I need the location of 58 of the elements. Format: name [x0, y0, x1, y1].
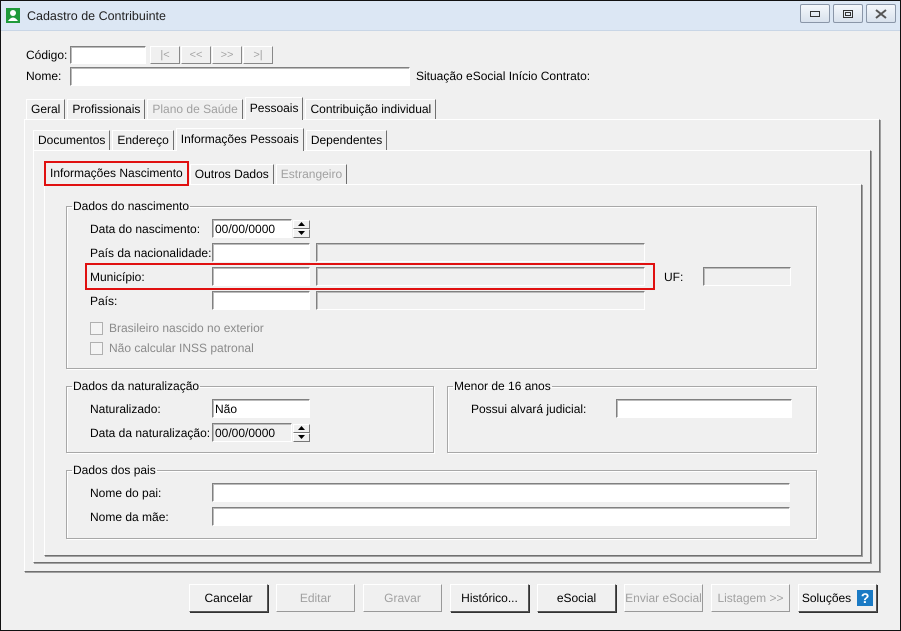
code-label: Código:: [26, 48, 68, 62]
user-icon: [6, 8, 20, 23]
text-field[interactable]: [616, 399, 792, 418]
spin-up-button[interactable]: [293, 424, 310, 432]
field-label: Data do nascimento:: [90, 222, 202, 236]
down-arrow-icon: [298, 435, 305, 439]
field-label: Nome da mãe:: [90, 510, 170, 524]
close-button[interactable]: [866, 4, 896, 23]
name-label: Nome:: [26, 69, 62, 83]
code-field[interactable]: [212, 267, 310, 286]
group-title: Menor de 16 anos: [453, 379, 552, 393]
tab[interactable]: Contribuição individual: [305, 99, 436, 119]
code-field[interactable]: [70, 46, 146, 64]
down-arrow-icon: [298, 231, 305, 235]
action-button[interactable]: eSocial: [537, 584, 616, 612]
field-label: Data da naturalização:: [90, 426, 212, 440]
tab[interactable]: Dependentes: [306, 130, 388, 150]
code-field[interactable]: [212, 291, 310, 310]
field-label: País:: [90, 294, 118, 308]
field-label: País da nacionalidade:: [90, 246, 212, 260]
checkbox-label: Não calcular INSS patronal: [109, 341, 254, 355]
tab[interactable]: Profissionais: [67, 99, 146, 119]
tab[interactable]: Geral: [26, 99, 66, 119]
maximize-icon: [843, 10, 853, 18]
field-label: Possui alvará judicial:: [471, 402, 588, 416]
maximize-button[interactable]: [833, 4, 863, 23]
checkbox-label: Brasileiro nascido no exterior: [109, 321, 264, 335]
text-field[interactable]: [212, 507, 790, 526]
tab[interactable]: Pessoais: [244, 97, 304, 120]
field-label: Município:: [90, 270, 146, 284]
tab[interactable]: Documentos: [33, 130, 110, 150]
text-field[interactable]: [212, 483, 790, 502]
minimize-button[interactable]: [800, 4, 830, 23]
field-label: Naturalizado:: [90, 402, 162, 416]
tab[interactable]: Informações Nascimento: [45, 162, 188, 185]
code-field[interactable]: [212, 243, 310, 262]
spin-up-button[interactable]: [293, 220, 310, 228]
situation-label: Situação eSocial Início Contrato:: [416, 69, 590, 83]
help-button[interactable]: Soluções ?: [798, 584, 877, 612]
help-icon: ?: [857, 590, 874, 606]
group-title: Dados da naturalização: [72, 379, 200, 393]
tab[interactable]: Informações Pessoais: [176, 128, 304, 151]
action-button[interactable]: Cancelar: [189, 584, 268, 612]
field-label: Nome do pai:: [90, 486, 162, 500]
up-arrow-icon: [298, 222, 305, 226]
window-title: Cadastro de Contribuinte: [27, 8, 166, 22]
action-button[interactable]: Histórico...: [450, 584, 529, 612]
group-title: Dados dos pais: [72, 463, 157, 477]
up-arrow-icon: [298, 426, 305, 430]
uf-label: UF:: [664, 270, 684, 284]
date-field[interactable]: 00/00/0000: [212, 219, 292, 238]
tab[interactable]: Endereço: [112, 130, 174, 150]
name-field[interactable]: [70, 66, 410, 86]
text-field[interactable]: Não: [212, 399, 310, 418]
tab[interactable]: Outros Dados: [190, 164, 274, 184]
minimize-icon: [810, 10, 820, 16]
group-title: Dados do nascimento: [72, 199, 190, 213]
close-icon: [875, 8, 887, 18]
